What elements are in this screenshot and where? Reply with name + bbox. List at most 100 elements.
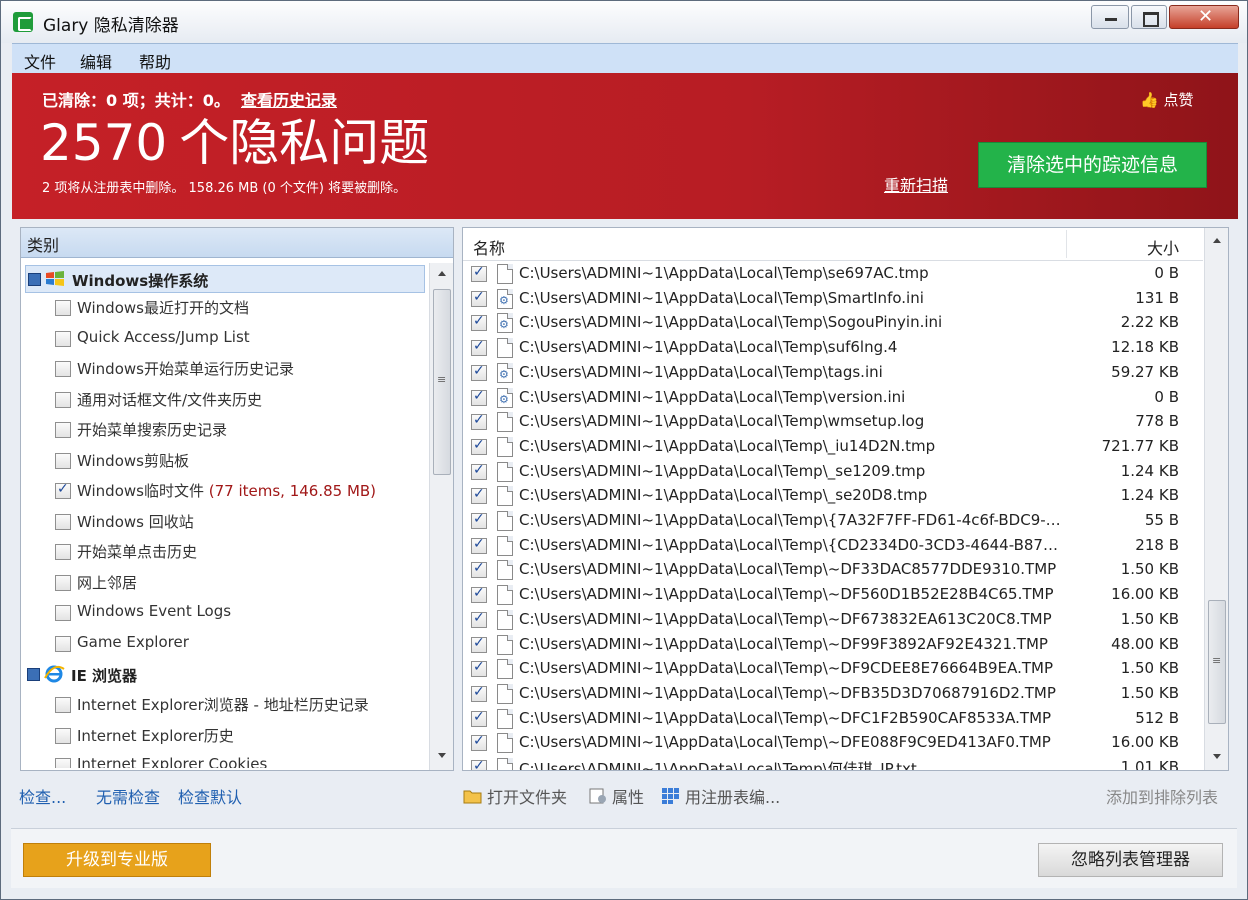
file-checkbox[interactable] bbox=[471, 363, 487, 381]
file-row[interactable]: C:\Users\ADMINI~1\AppData\Local\Temp\se6… bbox=[463, 262, 1203, 287]
scroll-down-arrow-icon[interactable] bbox=[438, 753, 446, 758]
file-checkbox[interactable] bbox=[471, 388, 487, 406]
check-default-link[interactable]: 检查默认 bbox=[178, 784, 242, 808]
file-checkbox[interactable] bbox=[471, 412, 487, 431]
category-item[interactable]: Game Explorer bbox=[53, 632, 428, 656]
maximize-button[interactable] bbox=[1131, 5, 1167, 29]
properties-button[interactable]: 属性 bbox=[612, 784, 644, 808]
upgrade-pro-button[interactable]: 升级到专业版 bbox=[23, 843, 211, 877]
category-checkbox[interactable] bbox=[55, 361, 71, 377]
file-checkbox[interactable] bbox=[471, 733, 487, 752]
menu-help[interactable]: 帮助 bbox=[139, 49, 171, 73]
group-check-box[interactable] bbox=[28, 273, 41, 286]
category-checkbox[interactable] bbox=[55, 422, 71, 438]
file-row[interactable]: C:\Users\ADMINI~1\AppData\Local\Temp\何佳琪… bbox=[463, 756, 1203, 770]
category-item[interactable]: Windows开始菜单运行历史记录 bbox=[53, 357, 428, 381]
file-checkbox[interactable] bbox=[471, 635, 487, 653]
category-checkbox[interactable] bbox=[55, 300, 71, 316]
file-checkbox[interactable] bbox=[471, 560, 487, 579]
category-group-windows[interactable]: Windows操作系统 bbox=[25, 265, 425, 293]
clean-selected-button[interactable]: 清除选中的踪迹信息 bbox=[978, 142, 1207, 188]
file-row[interactable]: C:\Users\ADMINI~1\AppData\Local\Temp\~DF… bbox=[463, 558, 1203, 583]
file-row[interactable]: C:\Users\ADMINI~1\AppData\Local\Temp\suf… bbox=[463, 336, 1203, 361]
category-item[interactable]: 开始菜单点击历史 bbox=[53, 540, 428, 564]
close-button[interactable]: ✕ bbox=[1169, 5, 1239, 29]
registry-editor-button[interactable]: 用注册表编... bbox=[685, 784, 780, 808]
file-row[interactable]: C:\Users\ADMINI~1\AppData\Local\Temp\~DF… bbox=[463, 657, 1203, 682]
file-row[interactable]: C:\Users\ADMINI~1\AppData\Local\Temp\~DF… bbox=[463, 682, 1203, 707]
like-button[interactable]: 👍 点赞 bbox=[1140, 89, 1193, 110]
no-check-link[interactable]: 无需检查 bbox=[96, 784, 160, 808]
category-checkbox[interactable] bbox=[55, 574, 71, 591]
file-checkbox[interactable] bbox=[471, 486, 487, 505]
file-row[interactable]: C:\Users\ADMINI~1\AppData\Local\Temp\~DF… bbox=[463, 731, 1203, 756]
group-check-box[interactable] bbox=[27, 668, 40, 681]
file-row[interactable]: C:\Users\ADMINI~1\AppData\Local\Temp\~DF… bbox=[463, 583, 1203, 608]
file-row[interactable]: C:\Users\ADMINI~1\AppData\Local\Temp\Sog… bbox=[463, 311, 1203, 336]
open-folder-button[interactable]: 打开文件夹 bbox=[487, 784, 567, 808]
file-checkbox[interactable] bbox=[471, 610, 487, 628]
file-checkbox[interactable] bbox=[471, 511, 487, 529]
category-checkbox[interactable] bbox=[55, 758, 71, 768]
category-checkbox[interactable] bbox=[55, 697, 71, 713]
category-item[interactable]: 开始菜单搜索历史记录 bbox=[53, 418, 428, 442]
file-checkbox[interactable] bbox=[471, 536, 487, 554]
category-checkbox[interactable] bbox=[55, 513, 71, 530]
file-row[interactable]: C:\Users\ADMINI~1\AppData\Local\Temp\~DF… bbox=[463, 608, 1203, 633]
category-item[interactable]: Internet Explorer Cookies bbox=[53, 754, 428, 768]
category-item[interactable]: 通用对话框文件/文件夹历史 bbox=[53, 388, 428, 412]
rescan-link[interactable]: 重新扫描 bbox=[884, 172, 948, 196]
category-item[interactable]: 网上邻居 bbox=[53, 571, 428, 595]
scroll-up-arrow-icon[interactable] bbox=[1213, 238, 1221, 243]
file-row[interactable]: C:\Users\ADMINI~1\AppData\Local\Temp\wms… bbox=[463, 410, 1203, 435]
file-checkbox[interactable] bbox=[471, 758, 487, 770]
file-row[interactable]: C:\Users\ADMINI~1\AppData\Local\Temp\Sma… bbox=[463, 287, 1203, 312]
file-row[interactable]: C:\Users\ADMINI~1\AppData\Local\Temp\{CD… bbox=[463, 534, 1203, 559]
column-divider[interactable] bbox=[1066, 230, 1067, 258]
category-checkbox[interactable] bbox=[55, 391, 71, 408]
category-checkbox[interactable] bbox=[55, 544, 71, 560]
category-item[interactable]: Internet Explorer历史 bbox=[53, 724, 428, 748]
category-item[interactable]: Windows Event Logs bbox=[53, 601, 428, 625]
file-row[interactable]: C:\Users\ADMINI~1\AppData\Local\Temp\~DF… bbox=[463, 707, 1203, 732]
file-row[interactable]: C:\Users\ADMINI~1\AppData\Local\Temp\~DF… bbox=[463, 633, 1203, 658]
scroll-up-arrow-icon[interactable] bbox=[438, 271, 446, 276]
file-checkbox[interactable] bbox=[471, 437, 487, 455]
file-checkbox[interactable] bbox=[471, 289, 487, 307]
file-row[interactable]: C:\Users\ADMINI~1\AppData\Local\Temp\_se… bbox=[463, 460, 1203, 485]
category-item[interactable]: Internet Explorer浏览器 - 地址栏历史记录 bbox=[53, 693, 428, 717]
category-checkbox[interactable] bbox=[55, 605, 71, 621]
category-item[interactable]: Windows最近打开的文档 bbox=[53, 296, 428, 320]
file-checkbox[interactable] bbox=[471, 313, 487, 332]
add-to-exclude-list-link[interactable]: 添加到排除列表 bbox=[1106, 784, 1218, 808]
category-checkbox[interactable] bbox=[55, 635, 71, 652]
category-checkbox[interactable] bbox=[55, 330, 71, 347]
category-item[interactable]: Windows 回收站 bbox=[53, 510, 428, 534]
menu-file[interactable]: 文件 bbox=[24, 49, 56, 73]
view-history-link[interactable]: 查看历史记录 bbox=[241, 87, 337, 111]
file-checkbox[interactable] bbox=[471, 338, 487, 357]
file-list-scrollbar[interactable]: ≡ bbox=[1204, 228, 1228, 770]
file-checkbox[interactable] bbox=[471, 462, 487, 480]
category-group-ie[interactable]: IE 浏览器 bbox=[25, 661, 425, 689]
file-checkbox[interactable] bbox=[471, 684, 487, 702]
column-size-header[interactable]: 大小 bbox=[1147, 235, 1179, 259]
menu-edit[interactable]: 编辑 bbox=[80, 49, 112, 73]
file-row[interactable]: C:\Users\ADMINI~1\AppData\Local\Temp\{7A… bbox=[463, 509, 1203, 534]
category-item[interactable]: Windows剪贴板 bbox=[53, 449, 428, 473]
category-scrollbar[interactable]: ≡ bbox=[429, 263, 453, 770]
category-item[interactable]: Windows临时文件 (77 items, 146.85 MB) bbox=[53, 479, 428, 503]
category-checkbox[interactable] bbox=[55, 452, 71, 469]
file-row[interactable]: C:\Users\ADMINI~1\AppData\Local\Temp\tag… bbox=[463, 361, 1203, 386]
file-checkbox[interactable] bbox=[471, 585, 487, 604]
column-name-header[interactable]: 名称 bbox=[473, 235, 505, 259]
file-checkbox[interactable] bbox=[471, 264, 487, 282]
category-item[interactable]: Quick Access/Jump List bbox=[53, 327, 428, 351]
scroll-down-arrow-icon[interactable] bbox=[1213, 754, 1221, 759]
minimize-button[interactable] bbox=[1091, 5, 1129, 29]
file-row[interactable]: C:\Users\ADMINI~1\AppData\Local\Temp\_se… bbox=[463, 484, 1203, 509]
file-checkbox[interactable] bbox=[471, 709, 487, 727]
check-link[interactable]: 检查... bbox=[19, 784, 66, 808]
file-row[interactable]: C:\Users\ADMINI~1\AppData\Local\Temp\ver… bbox=[463, 386, 1203, 411]
file-checkbox[interactable] bbox=[471, 659, 487, 678]
